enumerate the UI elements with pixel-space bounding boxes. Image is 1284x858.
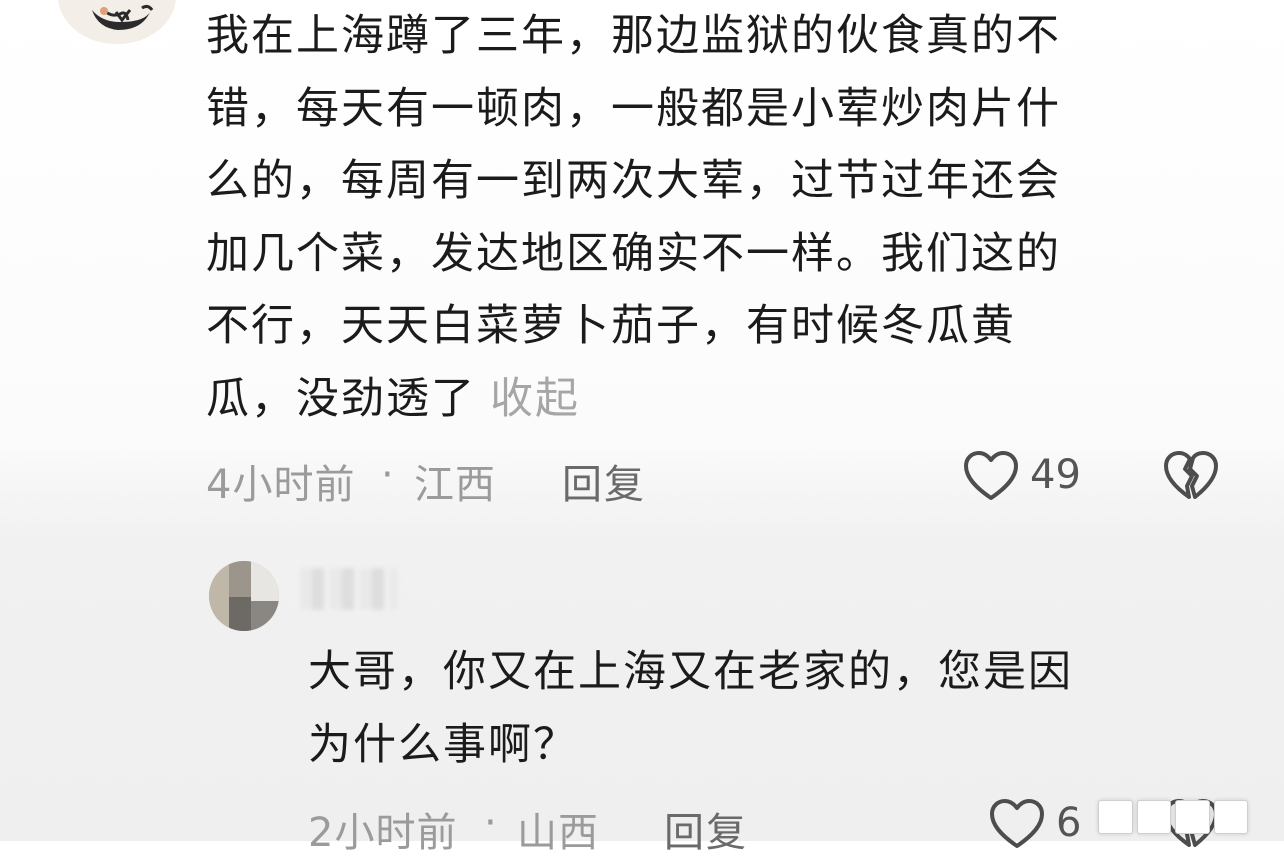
comment-line: 为什么事啊？ (308, 719, 578, 770)
like-count: 49 (1030, 452, 1081, 498)
reply-button[interactable]: 回复 (664, 800, 748, 858)
comment-2-body: 大哥，你又在上海又在老家的，您是因 为什么事啊？ (308, 636, 1208, 781)
meta-separator: · (484, 800, 498, 846)
avatar[interactable] (58, 0, 176, 44)
timestamp: 2小时前 (308, 810, 458, 856)
comment-line: 瓜，没劲透了 (206, 373, 476, 424)
comment-1-body: 我在上海蹲了三年，那边监狱的伙食真的不 错，每天有一顿肉，一般都是小荤炒肉片什 … (206, 0, 1196, 435)
like-count: 6 (1056, 800, 1082, 846)
collapse-button[interactable]: 收起 (490, 374, 580, 424)
like-button[interactable] (962, 449, 1020, 503)
timestamp: 4小时前 (206, 462, 356, 508)
comment-line: 大哥，你又在上海又在老家的，您是因 (308, 647, 1073, 697)
dislike-button[interactable] (1162, 449, 1220, 503)
comment-line: 错，每天有一顿肉，一般都是小荤炒肉片什 (206, 83, 1061, 134)
user-avatar-illustration-icon (58, 0, 176, 44)
broken-heart-icon (1164, 451, 1218, 499)
like-button[interactable] (988, 797, 1046, 851)
watermark-block (1213, 800, 1248, 834)
comment-line: 不行，天天白菜萝卜茄子，有时候冬瓜黄 (206, 301, 1016, 351)
watermark-logo (1098, 800, 1248, 834)
heart-outline-icon (964, 451, 1018, 500)
location: 山西 (517, 810, 599, 856)
heart-outline-icon (990, 799, 1044, 848)
comment-line: 么的，每周有一到两次大荤，过节过年还会 (206, 156, 1061, 206)
reply-button[interactable]: 回复 (562, 452, 646, 510)
location: 江西 (414, 462, 496, 508)
watermark-block (1175, 800, 1210, 834)
username-blurred (300, 568, 398, 610)
comment-line: 我在上海蹲了三年，那边监狱的伙食真的不 (206, 11, 1061, 61)
comment-line-last: 瓜，没劲透了 收起 (206, 363, 1196, 436)
watermark-block (1136, 800, 1171, 834)
avatar[interactable] (209, 561, 279, 631)
comment-line: 加几个菜，发达地区确实不一样。我们这的 (206, 228, 1061, 279)
meta-separator: · (381, 452, 395, 498)
blurred-user-avatar-icon (209, 561, 279, 631)
watermark-block (1098, 800, 1133, 834)
